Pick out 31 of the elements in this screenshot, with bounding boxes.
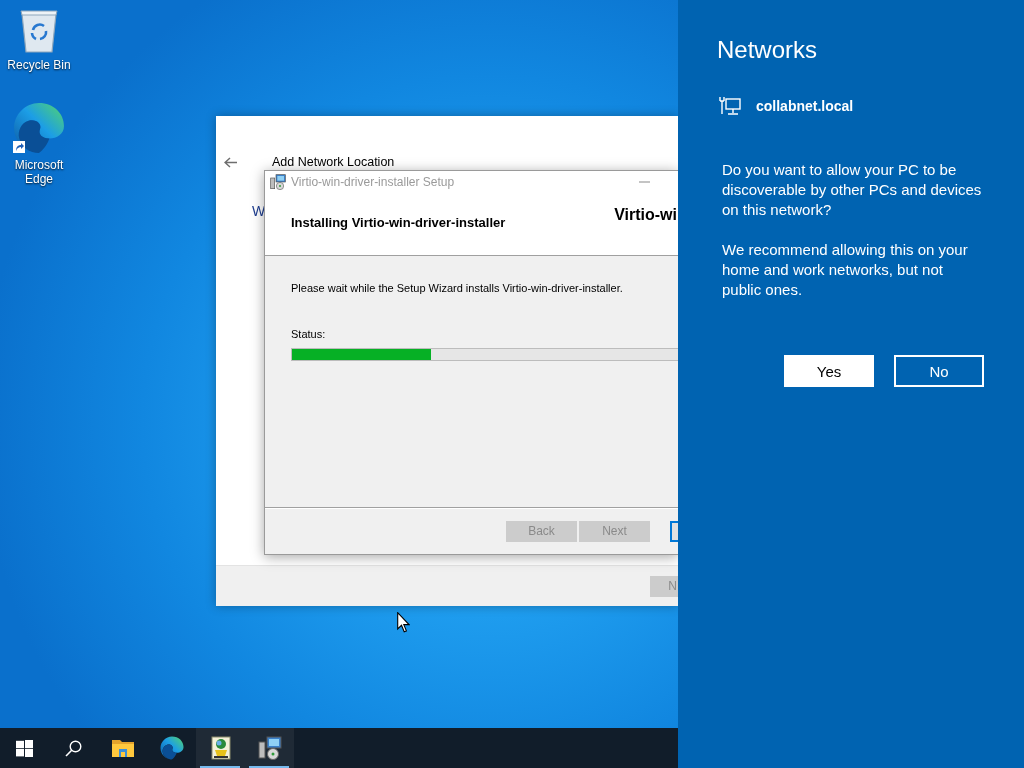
document-figure-icon bbox=[210, 736, 231, 760]
browser-logo-icon bbox=[159, 736, 184, 760]
wizard-message: Please wait while the Setup Wizard installs Virtio-win-driver-installer. bbox=[291, 282, 623, 295]
recommendation-text: We recommend allowing this on your home and work networks, but not public ones. bbox=[722, 240, 969, 300]
shortcut-arrow-icon bbox=[13, 141, 25, 153]
window-title: Virtio-win-driver-installer Setup bbox=[291, 175, 455, 189]
status-label: Status: bbox=[291, 328, 326, 341]
trash-bin-icon bbox=[19, 8, 59, 54]
computer-disc-icon bbox=[270, 174, 286, 190]
taskbar-button[interactable] bbox=[196, 728, 245, 768]
window-title: Add Network Location bbox=[272, 155, 395, 169]
search-icon bbox=[65, 739, 82, 757]
back-arrow-icon[interactable] bbox=[224, 156, 237, 168]
mouse-pointer-icon bbox=[397, 612, 410, 633]
windows-logo-icon bbox=[16, 739, 33, 757]
wired-network-icon bbox=[719, 96, 741, 116]
no-button[interactable]: No bbox=[894, 355, 984, 387]
page-heading: W bbox=[252, 203, 266, 219]
product-name: Virtio-wi bbox=[614, 206, 677, 224]
computer-disc-icon bbox=[257, 736, 282, 760]
taskbar-button[interactable] bbox=[245, 728, 294, 768]
yes-button[interactable]: Yes bbox=[784, 355, 874, 387]
partial-button[interactable] bbox=[670, 520, 678, 542]
wizard-heading: Installing Virtio-win-driver-installer bbox=[291, 215, 506, 230]
network-name: collabnet.local bbox=[756, 98, 854, 114]
folder-icon bbox=[111, 739, 134, 757]
panel-title: Networks bbox=[717, 35, 818, 65]
discovery-question: Do you want to allow your PC to be discoverable by other PCs and devices on this network? bbox=[722, 160, 983, 220]
desktop-shortcut[interactable]: Microsoft Edge bbox=[1, 100, 77, 188]
browser-logo-icon bbox=[13, 102, 65, 154]
desktop-shortcut[interactable]: Recycle Bin bbox=[1, 6, 77, 74]
